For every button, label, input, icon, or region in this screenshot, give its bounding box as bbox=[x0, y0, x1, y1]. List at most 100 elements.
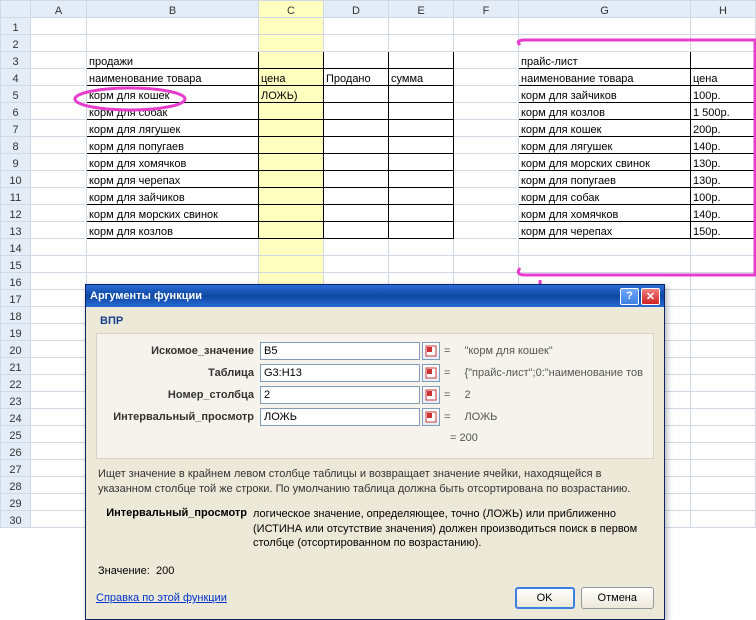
sales-row-name[interactable]: корм для зайчиков bbox=[87, 188, 259, 205]
cell[interactable] bbox=[324, 188, 389, 205]
row-header[interactable]: 10 bbox=[1, 171, 31, 188]
cell[interactable] bbox=[691, 290, 756, 307]
cell[interactable] bbox=[691, 511, 756, 528]
cell[interactable] bbox=[454, 205, 519, 222]
cell[interactable] bbox=[31, 18, 87, 35]
cell[interactable] bbox=[389, 256, 454, 273]
sales-header-name[interactable]: наименование товара bbox=[87, 69, 259, 86]
cell[interactable] bbox=[389, 35, 454, 52]
range-select-icon[interactable] bbox=[422, 386, 440, 404]
dialog-titlebar[interactable]: Аргументы функции ? ✕ bbox=[86, 285, 664, 307]
cell[interactable] bbox=[87, 35, 259, 52]
cell[interactable] bbox=[389, 154, 454, 171]
cell[interactable] bbox=[691, 392, 756, 409]
sales-title[interactable]: продажи bbox=[87, 52, 259, 69]
help-link[interactable]: Справка по этой функции bbox=[96, 592, 227, 604]
titlebar-help-button[interactable]: ? bbox=[620, 288, 639, 305]
cell[interactable] bbox=[691, 477, 756, 494]
pricelist-row-name[interactable]: корм для морских свинок bbox=[519, 154, 691, 171]
sales-row-name[interactable]: корм для козлов bbox=[87, 222, 259, 239]
cell[interactable] bbox=[691, 358, 756, 375]
cell[interactable] bbox=[259, 154, 324, 171]
cell[interactable] bbox=[519, 256, 691, 273]
row-header[interactable]: 6 bbox=[1, 103, 31, 120]
cell[interactable] bbox=[454, 18, 519, 35]
cell[interactable] bbox=[691, 426, 756, 443]
cell[interactable] bbox=[31, 52, 87, 69]
pricelist-row-price[interactable]: 140р. bbox=[691, 137, 756, 154]
row-header[interactable]: 14 bbox=[1, 239, 31, 256]
col-header-F[interactable]: F bbox=[454, 1, 519, 18]
row-header[interactable]: 21 bbox=[1, 358, 31, 375]
cell[interactable] bbox=[31, 324, 87, 341]
sales-row-name[interactable]: корм для лягушек bbox=[87, 120, 259, 137]
cell[interactable] bbox=[691, 443, 756, 460]
sales-header-sum[interactable]: сумма bbox=[389, 69, 454, 86]
cell[interactable] bbox=[324, 256, 389, 273]
row-header[interactable]: 29 bbox=[1, 494, 31, 511]
cell[interactable] bbox=[87, 239, 259, 256]
pricelist-row-price[interactable]: 140р. bbox=[691, 205, 756, 222]
pricelist-row-name[interactable]: корм для хомячков bbox=[519, 205, 691, 222]
row-header[interactable]: 22 bbox=[1, 375, 31, 392]
cell[interactable] bbox=[454, 137, 519, 154]
col-header-D[interactable]: D bbox=[324, 1, 389, 18]
cell[interactable] bbox=[389, 86, 454, 103]
cell[interactable] bbox=[454, 52, 519, 69]
cell[interactable] bbox=[259, 205, 324, 222]
col-header-G[interactable]: G bbox=[519, 1, 691, 18]
cell[interactable] bbox=[259, 171, 324, 188]
col-header-H[interactable]: H bbox=[691, 1, 756, 18]
cell[interactable] bbox=[259, 137, 324, 154]
cell[interactable] bbox=[389, 171, 454, 188]
cell[interactable] bbox=[259, 239, 324, 256]
cell[interactable] bbox=[31, 477, 87, 494]
cell[interactable] bbox=[31, 511, 87, 528]
cell[interactable] bbox=[389, 222, 454, 239]
row-header[interactable]: 5 bbox=[1, 86, 31, 103]
cell[interactable] bbox=[31, 358, 87, 375]
cell[interactable] bbox=[31, 460, 87, 477]
arg-input-lookup[interactable] bbox=[260, 342, 420, 360]
pricelist-title[interactable]: прайс-лист bbox=[519, 52, 691, 69]
cell[interactable] bbox=[389, 18, 454, 35]
sales-header-sold[interactable]: Продано bbox=[324, 69, 389, 86]
row-header[interactable]: 17 bbox=[1, 290, 31, 307]
cell[interactable] bbox=[691, 18, 756, 35]
row-header[interactable]: 1 bbox=[1, 18, 31, 35]
cancel-button[interactable]: Отмена bbox=[581, 587, 654, 609]
pricelist-row-name[interactable]: корм для попугаев bbox=[519, 171, 691, 188]
row-header[interactable]: 4 bbox=[1, 69, 31, 86]
cell[interactable] bbox=[31, 154, 87, 171]
cell[interactable] bbox=[454, 188, 519, 205]
col-header-C[interactable]: C bbox=[259, 1, 324, 18]
cell[interactable] bbox=[259, 52, 324, 69]
sales-row-name[interactable]: корм для собак bbox=[87, 103, 259, 120]
pricelist-row-name[interactable]: корм для лягушек bbox=[519, 137, 691, 154]
cell[interactable] bbox=[691, 460, 756, 477]
cell[interactable] bbox=[87, 18, 259, 35]
cell[interactable] bbox=[259, 35, 324, 52]
cell[interactable] bbox=[324, 205, 389, 222]
cell[interactable] bbox=[691, 307, 756, 324]
cell[interactable] bbox=[31, 35, 87, 52]
sales-row-name[interactable]: корм для попугаев bbox=[87, 137, 259, 154]
cell[interactable] bbox=[31, 222, 87, 239]
row-header[interactable]: 24 bbox=[1, 409, 31, 426]
row-header[interactable]: 20 bbox=[1, 341, 31, 358]
cell[interactable] bbox=[519, 239, 691, 256]
cell[interactable] bbox=[389, 205, 454, 222]
cell[interactable] bbox=[324, 18, 389, 35]
arg-input-col[interactable] bbox=[260, 386, 420, 404]
pricelist-row-price[interactable]: 100р. bbox=[691, 188, 756, 205]
cell[interactable] bbox=[389, 120, 454, 137]
cell[interactable] bbox=[259, 120, 324, 137]
cell[interactable] bbox=[259, 103, 324, 120]
cell[interactable] bbox=[519, 35, 691, 52]
cell[interactable] bbox=[31, 341, 87, 358]
pricelist-row-name[interactable]: корм для черепах bbox=[519, 222, 691, 239]
cell[interactable] bbox=[454, 154, 519, 171]
cell[interactable] bbox=[31, 443, 87, 460]
cell[interactable] bbox=[31, 120, 87, 137]
cell[interactable] bbox=[454, 86, 519, 103]
